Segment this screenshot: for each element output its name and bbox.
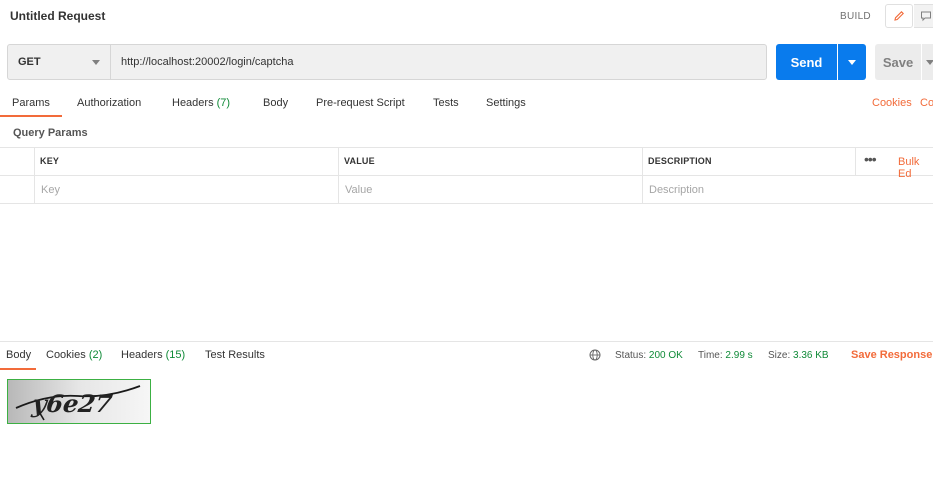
response-tab-headers[interactable]: Headers (15): [121, 349, 185, 361]
tab-headers[interactable]: Headers (7): [172, 97, 230, 109]
comment-icon: [920, 11, 931, 22]
tab-label: Tests: [433, 97, 459, 109]
active-tab-indicator: [0, 368, 36, 370]
response-tab-body[interactable]: Body: [6, 349, 31, 361]
tab-label: Pre-request Script: [316, 97, 405, 109]
tab-count: (7): [216, 97, 231, 109]
time-value: 2.99 s: [725, 350, 753, 361]
tab-tests[interactable]: Tests: [433, 97, 459, 109]
size-readout[interactable]: Size: 3.36 KB: [768, 350, 829, 361]
save-response-button[interactable]: Save Response: [851, 349, 932, 361]
time-label: Time:: [698, 350, 723, 361]
tab-label: Body: [263, 97, 289, 109]
table-divider: [0, 203, 933, 204]
query-params-title: Query Params: [13, 127, 88, 139]
tab-pre-request-script[interactable]: Pre-request Script: [316, 97, 405, 109]
tab-label: Cookies: [46, 349, 86, 361]
table-divider: [0, 175, 933, 176]
more-dots-icon[interactable]: •••: [864, 151, 877, 167]
tab-label: Test Results: [205, 349, 265, 361]
tab-label: Headers: [172, 97, 214, 109]
response-tab-test-results[interactable]: Test Results: [205, 349, 265, 361]
tab-authorization[interactable]: Authorization: [77, 97, 141, 109]
size-label: Size:: [768, 350, 791, 361]
url-input[interactable]: [121, 56, 741, 68]
value-input[interactable]: Value: [345, 184, 372, 196]
cookies-link[interactable]: Cookies: [872, 97, 912, 109]
method-select[interactable]: GET: [7, 44, 111, 80]
chevron-down-icon: [92, 60, 100, 65]
save-options-button[interactable]: [922, 44, 933, 80]
key-input[interactable]: Key: [41, 184, 60, 196]
chevron-down-icon: [926, 59, 933, 65]
column-divider: [34, 147, 35, 203]
request-title[interactable]: Untitled Request: [10, 9, 105, 23]
description-input[interactable]: Description: [649, 184, 704, 196]
response-divider: [0, 341, 933, 342]
status-label: Status:: [615, 350, 647, 361]
tab-count: (2): [88, 349, 103, 361]
tab-label: Settings: [486, 97, 526, 109]
table-divider: [0, 147, 933, 148]
tab-label: Body: [6, 349, 32, 361]
column-divider: [855, 147, 856, 175]
tab-settings[interactable]: Settings: [486, 97, 526, 109]
comments-button[interactable]: [914, 4, 933, 28]
tab-body[interactable]: Body: [263, 97, 288, 109]
bulk-edit-link[interactable]: Bulk Ed: [898, 156, 933, 180]
column-divider: [642, 147, 643, 203]
tab-params[interactable]: Params: [12, 97, 50, 109]
captcha-text: y6e27: [30, 389, 115, 418]
code-link[interactable]: Co: [920, 97, 933, 109]
tab-count: (15): [165, 349, 186, 361]
time-readout[interactable]: Time: 2.99 s: [698, 350, 753, 361]
response-tab-cookies[interactable]: Cookies (2): [46, 349, 102, 361]
save-button[interactable]: Save: [875, 44, 921, 80]
size-value: 3.36 KB: [793, 350, 829, 361]
tab-label: Params: [12, 97, 50, 109]
captcha-image: y6e27: [7, 379, 151, 424]
url-field[interactable]: [110, 44, 767, 80]
send-button[interactable]: Send: [776, 44, 837, 80]
edit-button[interactable]: [885, 4, 913, 28]
build-mode-label[interactable]: BUILD: [840, 11, 871, 22]
column-header-value: VALUE: [344, 156, 375, 166]
globe-icon[interactable]: [589, 349, 601, 364]
column-header-key: KEY: [40, 156, 60, 166]
status-value: 200 OK: [648, 350, 683, 361]
tab-label: Headers: [121, 349, 163, 361]
active-tab-indicator: [0, 115, 62, 117]
column-divider: [338, 147, 339, 203]
send-options-button[interactable]: [838, 44, 866, 80]
status-readout[interactable]: Status: 200 OK: [615, 350, 683, 361]
tab-label: Authorization: [77, 97, 142, 109]
chevron-down-icon: [848, 59, 856, 65]
column-header-description: DESCRIPTION: [648, 156, 712, 166]
pencil-icon: [894, 11, 904, 21]
method-value: GET: [18, 56, 41, 68]
